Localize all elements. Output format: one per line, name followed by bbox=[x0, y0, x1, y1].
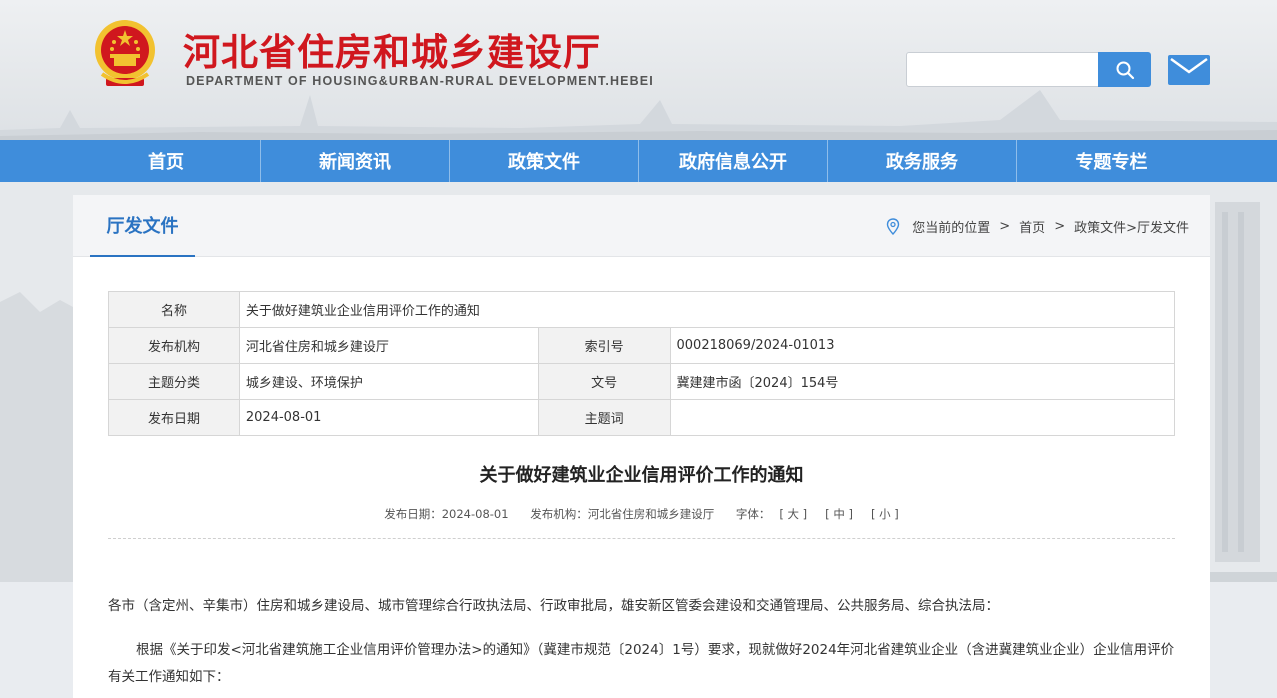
docno-value: 冀建建市函〔2024〕154号 bbox=[669, 363, 1176, 400]
main-nav: 首页 新闻资讯 政策文件 政府信息公开 政务服务 专题专栏 bbox=[0, 140, 1277, 182]
site-subtitle: DEPARTMENT OF HOUSING&URBAN-RURAL DEVELO… bbox=[186, 74, 654, 88]
breadcrumb-separator: > bbox=[999, 219, 1011, 234]
breadcrumb: 您当前的位置 > 首页 > 政策文件>厅发文件 bbox=[886, 217, 1189, 236]
national-emblem-icon[interactable] bbox=[92, 18, 158, 90]
nav-item-home[interactable]: 首页 bbox=[72, 140, 261, 182]
issuer-value: 河北省住房和城乡建设厅 bbox=[238, 327, 539, 364]
index-label: 索引号 bbox=[537, 327, 671, 364]
table-row: 发布机构 河北省住房和城乡建设厅 索引号 000218069/2024-0101… bbox=[108, 327, 1176, 364]
panel-header: 厅发文件 您当前的位置 > 首页 > 政策文件>厅发文件 bbox=[73, 195, 1210, 257]
section-title[interactable]: 厅发文件 bbox=[90, 195, 195, 257]
search-icon bbox=[1116, 61, 1134, 79]
breadcrumb-home-link[interactable]: 首页 bbox=[1019, 217, 1045, 236]
nav-item-policy[interactable]: 政策文件 bbox=[450, 140, 639, 182]
meta-date: 发布日期：2024-08-01 bbox=[384, 507, 509, 521]
font-large-button[interactable]: [ 大 ] bbox=[779, 507, 807, 521]
nav-item-gov-info[interactable]: 政府信息公开 bbox=[639, 140, 828, 182]
breadcrumb-path-link[interactable]: 政策文件>厅发文件 bbox=[1074, 217, 1189, 236]
keyword-label: 主题词 bbox=[537, 399, 671, 436]
location-pin-icon bbox=[886, 218, 900, 236]
content-panel: 厅发文件 您当前的位置 > 首页 > 政策文件>厅发文件 名称 关于做好建筑业企… bbox=[73, 195, 1210, 698]
font-size-label: 字体： bbox=[735, 507, 771, 521]
issuer-label: 发布机构 bbox=[108, 327, 240, 364]
nav-item-news[interactable]: 新闻资讯 bbox=[261, 140, 450, 182]
mail-button[interactable] bbox=[1168, 55, 1210, 85]
date-label: 发布日期 bbox=[108, 399, 240, 436]
table-row: 发布日期 2024-08-01 主题词 bbox=[108, 399, 1176, 436]
search-input[interactable] bbox=[906, 52, 1100, 87]
keyword-value bbox=[669, 399, 1176, 436]
article-title: 关于做好建筑业企业信用评价工作的通知 bbox=[479, 465, 804, 486]
date-value: 2024-08-01 bbox=[238, 399, 539, 436]
meta-issuer: 发布机构：河北省住房和城乡建设厅 bbox=[530, 507, 715, 521]
font-medium-button[interactable]: [ 中 ] bbox=[825, 507, 853, 521]
article-paragraph: 根据《关于印发<河北省建筑施工企业信用评价管理办法>的通知》（冀建市规范〔202… bbox=[108, 642, 1175, 685]
search-button[interactable] bbox=[1098, 52, 1151, 87]
document-info-table: 名称 关于做好建筑业企业信用评价工作的通知 发布机构 河北省住房和城乡建设厅 索… bbox=[108, 291, 1176, 436]
index-value: 000218069/2024-01013 bbox=[669, 327, 1176, 364]
topic-value: 城乡建设、环境保护 bbox=[238, 363, 539, 400]
mail-icon bbox=[1168, 55, 1210, 85]
docno-label: 文号 bbox=[537, 363, 671, 400]
topic-label: 主题分类 bbox=[108, 363, 240, 400]
font-small-button[interactable]: [ 小 ] bbox=[871, 507, 899, 521]
table-row: 主题分类 城乡建设、环境保护 文号 冀建建市函〔2024〕154号 bbox=[108, 363, 1176, 400]
divider bbox=[108, 538, 1175, 539]
nav-item-services[interactable]: 政务服务 bbox=[828, 140, 1017, 182]
article-paragraph: 各市（含定州、辛集市）住房和城乡建设局、城市管理综合行政执法局、行政审批局，雄安… bbox=[108, 598, 999, 614]
nav-item-topics[interactable]: 专题专栏 bbox=[1017, 140, 1206, 182]
name-value: 关于做好建筑业企业信用评价工作的通知 bbox=[238, 291, 1176, 328]
breadcrumb-prefix: 您当前的位置 bbox=[912, 221, 991, 236]
table-row: 名称 关于做好建筑业企业信用评价工作的通知 bbox=[108, 291, 1176, 328]
name-label: 名称 bbox=[108, 291, 240, 328]
site-header: 河北省住房和城乡建设厅 DEPARTMENT OF HOUSING&URBAN-… bbox=[0, 0, 1277, 140]
breadcrumb-separator: > bbox=[1054, 219, 1066, 234]
article-meta: 发布日期：2024-08-01 发布机构：河北省住房和城乡建设厅 字体： [ 大 … bbox=[73, 506, 1210, 522]
site-title[interactable]: 河北省住房和城乡建设厅 bbox=[183, 22, 601, 76]
